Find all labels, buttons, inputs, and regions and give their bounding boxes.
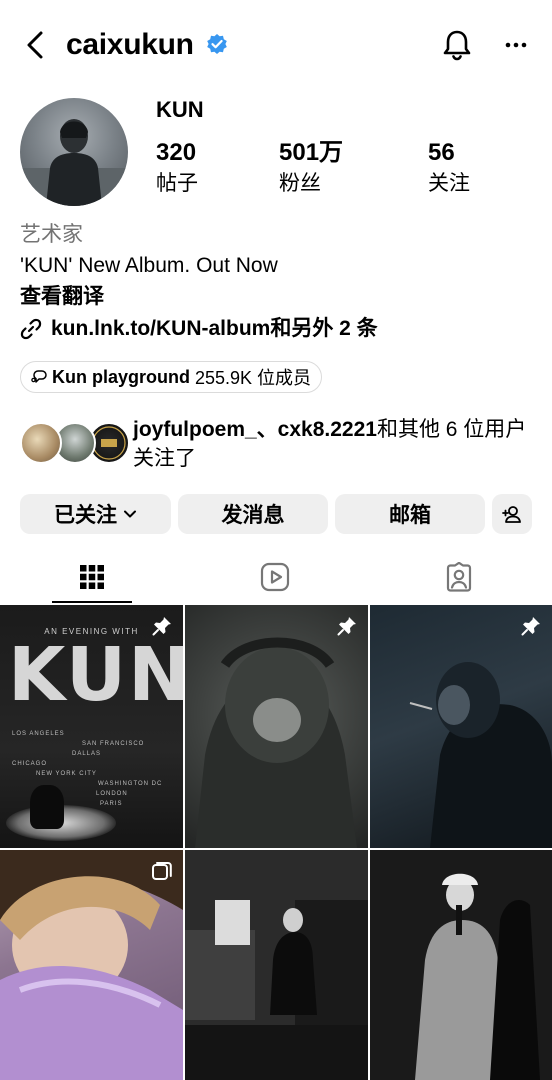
reels-icon bbox=[260, 562, 290, 592]
profile-link-text: kun.lnk.to/KUN-album和另外 2 条 bbox=[51, 317, 378, 340]
poster-title: KUN bbox=[8, 632, 183, 718]
tab-tagged[interactable] bbox=[419, 550, 499, 604]
message-button[interactable]: 发消息 bbox=[178, 494, 328, 534]
stat-posts-label: 帖子 bbox=[156, 172, 198, 195]
chevron-down-icon bbox=[124, 510, 136, 518]
post-photo bbox=[370, 850, 552, 1080]
post-photo bbox=[409, 662, 552, 848]
tab-posts-grid[interactable] bbox=[52, 550, 132, 604]
tagged-icon bbox=[446, 562, 472, 592]
broadcast-channel-pill[interactable]: Kun playground 255.9K 位成员 bbox=[20, 361, 323, 393]
stat-followers-label: 粉丝 bbox=[279, 172, 321, 195]
profile-link[interactable]: kun.lnk.to/KUN-album和另外 2 条 bbox=[20, 314, 378, 344]
email-button[interactable]: 邮箱 bbox=[335, 494, 485, 534]
post-tile[interactable] bbox=[185, 850, 368, 1080]
mutual-followers[interactable]: joyfulpoem_、cxk8.2221和其他 6 位用户关注了 bbox=[20, 415, 540, 477]
channel-member-count: 255.9K 位成员 bbox=[195, 368, 312, 388]
stat-following-label: 关注 bbox=[428, 172, 470, 195]
verified-badge-icon bbox=[207, 34, 227, 54]
profile-header: caixukun bbox=[0, 0, 552, 92]
tab-reels[interactable] bbox=[235, 550, 315, 604]
performer-silhouette bbox=[30, 785, 64, 829]
carousel-icon bbox=[152, 862, 172, 880]
stat-followers-value: 501万 bbox=[279, 139, 344, 166]
mutual-follower-names: joyfulpoem_、cxk8.2221 bbox=[133, 418, 377, 441]
post-tile[interactable]: AN EVENING WITH KUN LOS ANGELES SAN FRAN… bbox=[0, 605, 183, 848]
pin-icon bbox=[337, 617, 356, 636]
post-tile[interactable] bbox=[370, 605, 552, 848]
see-translation-link[interactable]: 查看翻译 bbox=[20, 283, 104, 311]
post-tile[interactable] bbox=[185, 605, 368, 848]
add-user-icon bbox=[502, 506, 521, 523]
avatar-photo bbox=[20, 119, 128, 206]
link-icon bbox=[20, 318, 42, 340]
stat-posts-value: 320 bbox=[156, 139, 197, 166]
active-tab-indicator bbox=[52, 601, 132, 603]
pin-icon bbox=[152, 617, 171, 636]
post-tile[interactable] bbox=[0, 850, 183, 1080]
poster-city: SAN FRANCISCO bbox=[82, 741, 145, 747]
poster-city: DALLAS bbox=[72, 751, 102, 757]
profile-avatar[interactable] bbox=[20, 98, 128, 206]
post-photo bbox=[185, 850, 368, 1080]
post-photo bbox=[0, 850, 183, 1080]
post-photo bbox=[195, 637, 357, 848]
post-tile[interactable] bbox=[370, 850, 552, 1080]
stat-posts[interactable]: 320 帖子 bbox=[156, 138, 198, 198]
broadcast-channel-icon bbox=[31, 370, 47, 383]
stat-following[interactable]: 56 关注 bbox=[428, 138, 470, 198]
stat-following-value: 56 bbox=[428, 139, 455, 166]
following-button[interactable]: 已关注 bbox=[20, 494, 171, 534]
more-horizontal-icon[interactable] bbox=[500, 34, 532, 56]
poster-city: CHICAGO bbox=[12, 761, 48, 767]
channel-name: Kun playground bbox=[52, 366, 190, 387]
stat-followers[interactable]: 501万 粉丝 bbox=[279, 138, 343, 198]
poster-city: NEW YORK CITY bbox=[36, 771, 97, 777]
profile-category: 艺术家 bbox=[20, 223, 83, 246]
mutual-avatar bbox=[20, 422, 62, 464]
bell-icon[interactable] bbox=[441, 28, 473, 62]
mutual-followers-text: joyfulpoem_、cxk8.2221和其他 6 位用户关注了 bbox=[133, 415, 533, 473]
suggested-users-button[interactable] bbox=[492, 494, 532, 534]
following-label: 已关注 bbox=[54, 504, 117, 527]
profile-username: caixukun bbox=[66, 28, 194, 61]
poster-city: LOS ANGELES bbox=[12, 731, 65, 737]
chevron-left-icon[interactable] bbox=[22, 29, 50, 61]
profile-bio: 'KUN' New Album. Out Now bbox=[20, 254, 278, 277]
display-name: KUN bbox=[156, 97, 204, 122]
grid-icon bbox=[80, 565, 104, 589]
pin-icon bbox=[521, 617, 540, 636]
